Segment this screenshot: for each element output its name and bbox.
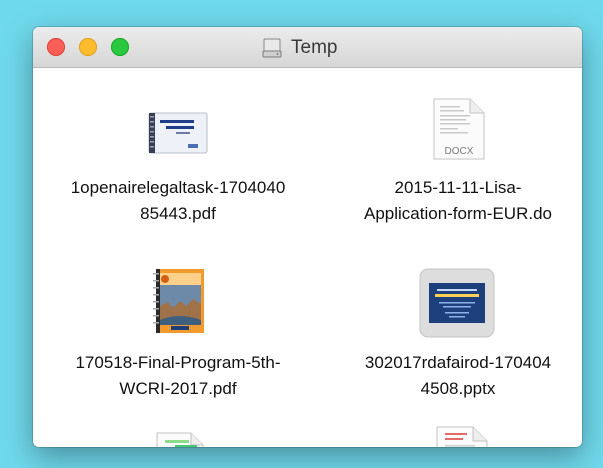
file-icon-view[interactable]: 1openairelegaltask-1704040 85443.pdf DOC… [33,68,582,447]
file-name-line-1: 2015-11-11-Lisa- [394,178,522,197]
close-button[interactable] [47,38,65,56]
file-item[interactable] [313,378,582,447]
file-item[interactable] [33,378,323,447]
pdf-booklet-icon [153,269,204,333]
file-item[interactable]: 1openairelegaltask-1704040 85443.pdf [33,68,323,223]
title-bar[interactable]: Temp [33,27,582,68]
file-item[interactable]: DOCX 2015-11-11-Lisa- Application-form-E… [313,68,582,223]
file-name-line-1: 1openairelegaltask-1704040 [70,178,286,197]
pptx-slide-icon [419,268,495,338]
file-name-line-1: 170518-Final-Program-5th- [75,353,281,372]
pdf-document-icon [148,112,208,154]
drive-icon [262,38,282,58]
file-item[interactable]: 302017rdafairod-170404 4508.pptx [313,223,582,398]
minimize-button[interactable] [79,38,97,56]
file-item[interactable]: 170518-Final-Program-5th- WCRI-2017.pdf [33,223,323,398]
file-name-line-1: 302017rdafairod-170404 [364,353,552,372]
docx-badge: DOCX [445,146,474,157]
docx-document-icon: DOCX [433,98,485,160]
document-icon [436,426,488,447]
window-title: Temp [261,36,337,60]
zoom-button[interactable] [111,38,129,56]
document-icon [156,432,204,447]
finder-window: Temp 1openairelegaltask-1704040 85443.pd… [33,27,582,447]
window-title-text: Temp [291,37,338,58]
